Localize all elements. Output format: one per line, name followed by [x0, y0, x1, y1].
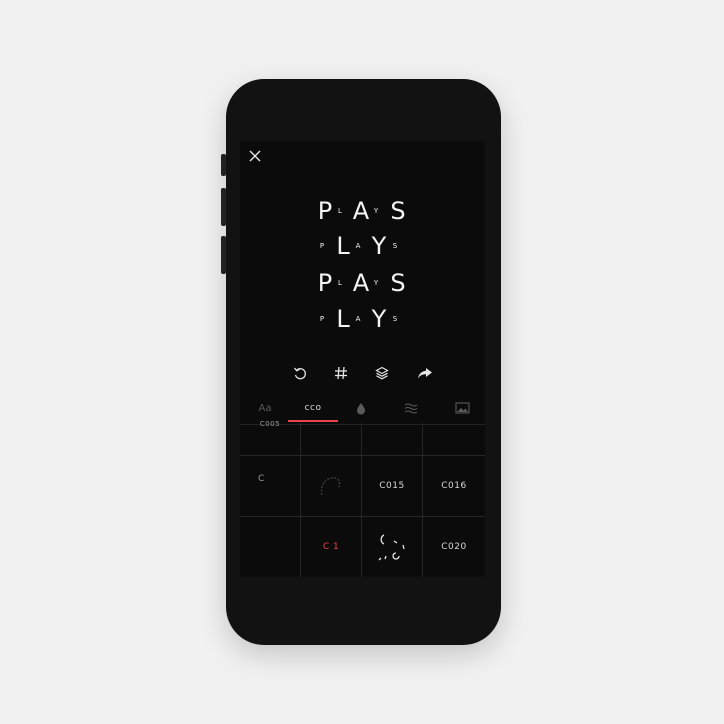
share-button[interactable]	[413, 361, 437, 385]
preset-cell[interactable]	[301, 456, 362, 517]
app-screen: P L A Y S P L A Y S P L A Y S P L A Y S	[240, 141, 485, 577]
preset-label: C 1	[322, 542, 340, 552]
art-letter: P	[317, 197, 333, 225]
tab-label: cco	[304, 403, 322, 413]
waves-icon	[404, 403, 418, 414]
tab-color[interactable]	[348, 394, 374, 422]
art-row: P L A Y S	[240, 231, 485, 261]
typography-artwork: P L A Y S P L A Y S P L A Y S P L A Y S	[240, 141, 485, 356]
preset-cell[interactable]	[362, 423, 423, 456]
art-letter: L	[338, 279, 342, 287]
art-letter: S	[390, 269, 406, 297]
art-row: P L A Y S	[240, 268, 485, 298]
edit-toolbar	[240, 361, 485, 385]
tab-label: Aa	[258, 402, 272, 414]
tab-image[interactable]	[449, 394, 475, 422]
preset-cell[interactable]	[362, 517, 423, 577]
art-row: P L A Y S	[240, 196, 485, 226]
art-row: P L A Y S	[240, 304, 485, 334]
preset-cell[interactable]: C	[240, 456, 301, 517]
drop-icon	[357, 402, 365, 414]
layers-button[interactable]	[370, 361, 394, 385]
layers-icon	[375, 366, 389, 380]
art-letter: P	[319, 242, 325, 250]
art-letter: A	[352, 197, 370, 225]
preset-label: C	[258, 474, 265, 484]
art-letter: Y	[373, 207, 379, 215]
art-letter: L	[338, 207, 342, 215]
preset-cell[interactable]	[423, 423, 485, 456]
art-letter: A	[355, 242, 361, 250]
preset-cell[interactable]: C005	[240, 420, 301, 456]
art-letter: A	[355, 315, 361, 323]
art-letter: S	[390, 197, 406, 225]
undo-button[interactable]	[288, 361, 312, 385]
preset-label: C015	[379, 481, 405, 491]
share-icon	[418, 368, 432, 379]
art-letter: L	[336, 305, 350, 333]
grid-button[interactable]	[329, 361, 353, 385]
preset-cell[interactable]: C016	[423, 456, 485, 517]
preset-cell-selected[interactable]: C 1	[301, 517, 362, 577]
phone-volume-up	[221, 188, 226, 226]
scattered-glyph-preview-icon	[378, 534, 405, 561]
art-letter: A	[352, 269, 370, 297]
preset-cell[interactable]: C020	[423, 517, 485, 577]
active-tab-indicator	[288, 420, 338, 422]
preset-label: C005	[259, 420, 281, 428]
swirl-preview-icon	[320, 477, 341, 496]
art-letter: Y	[371, 232, 387, 260]
image-icon	[454, 402, 470, 414]
phone-volume-down	[221, 236, 226, 274]
preset-label: C020	[441, 542, 467, 552]
art-letter: S	[392, 315, 398, 323]
shape-preset-grid: C005 C C015 C016 C 1 C020	[240, 420, 485, 577]
preset-cell[interactable]	[301, 423, 362, 456]
art-letter: S	[392, 242, 398, 250]
undo-icon	[293, 367, 306, 380]
hash-icon	[335, 366, 347, 380]
preset-label: C016	[441, 481, 467, 491]
tab-texture[interactable]	[398, 394, 424, 422]
art-letter: Y	[373, 279, 379, 287]
art-letter: P	[317, 269, 333, 297]
phone-side-button	[221, 154, 226, 176]
art-letter: L	[336, 232, 350, 260]
art-letter: P	[319, 315, 325, 323]
tab-text[interactable]: Aa	[248, 394, 282, 422]
preset-cell[interactable]	[240, 517, 301, 577]
art-letter: Y	[371, 305, 387, 333]
preset-cell[interactable]: C015	[362, 456, 423, 517]
tab-shapes[interactable]: cco	[288, 394, 338, 422]
